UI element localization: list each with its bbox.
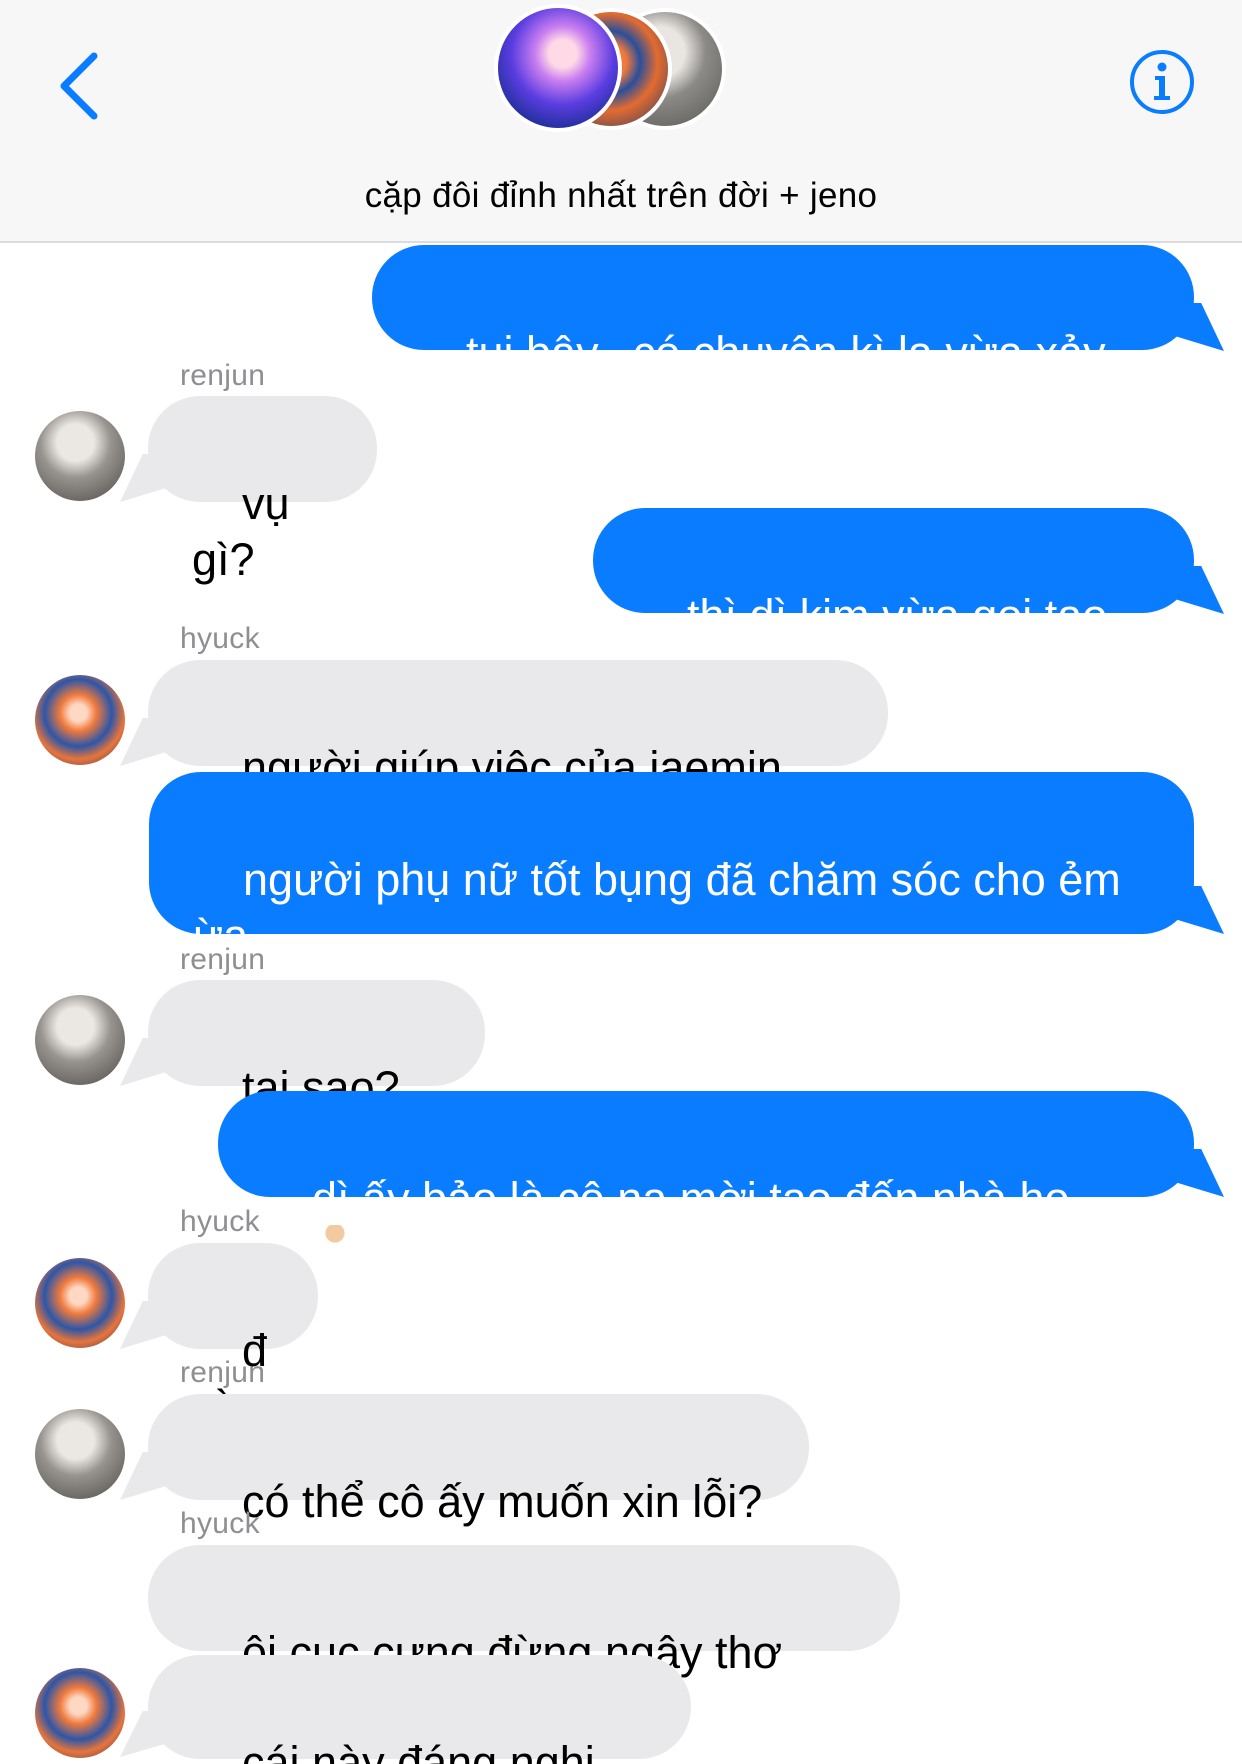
avatar-hyuck[interactable]	[35, 675, 125, 765]
group-avatars[interactable]	[494, 4, 734, 134]
bubble-tail	[1164, 886, 1224, 934]
avatar-hyuck[interactable]	[35, 1258, 125, 1348]
bubble-tail	[120, 1301, 180, 1349]
avatar-renjun[interactable]	[35, 411, 125, 501]
person-standing-icon	[322, 1225, 349, 1284]
message-bubble-incoming[interactable]: có thể cô ấy muốn xin lỗi?	[148, 1394, 809, 1527]
sender-name: hyuck	[180, 1507, 260, 1540]
message-bubble-incoming[interactable]: tại sao?	[148, 980, 485, 1171]
group-title[interactable]: cặp đôi đỉnh nhất trên đời + jeno	[0, 176, 1242, 216]
bubble-tail	[120, 1452, 180, 1500]
sender-name: hyuck	[180, 622, 260, 655]
message-bubble-outgoing[interactable]: tụi bây...có chuyện kì lạ vừa xảy ra	[372, 245, 1194, 434]
bubble-tail	[1164, 303, 1224, 351]
avatar-renjun[interactable]	[35, 1409, 125, 1499]
imessage-group-chat: cặp đôi đỉnh nhất trên đời + jeno tụi bâ…	[0, 0, 1242, 1764]
message-bubble-incoming[interactable]: cái này đáng nghi vcl	[148, 1655, 691, 1764]
message-bubble-outgoing[interactable]: dì ấy bảo là cô na mời tao đến nhà họ	[218, 1091, 1194, 1284]
sender-name: renjun	[180, 943, 266, 976]
message-text: người phụ nữ tốt bụng đã chăm sóc cho ẻm…	[193, 854, 1134, 961]
avatar-hyuck[interactable]	[35, 1668, 125, 1758]
bubble-tail	[120, 454, 180, 502]
conversation-header: cặp đôi đỉnh nhất trên đời + jeno	[0, 0, 1242, 243]
message-bubble-incoming[interactable]: đ gì	[148, 1243, 318, 1432]
message-text: vụ gì?	[192, 478, 303, 585]
sender-name: hyuck	[180, 1205, 260, 1238]
message-bubble-incoming[interactable]: người giúp việc của jaemin á?	[148, 660, 888, 849]
message-text: tụi bây...có chuyện kì lạ vừa xảy ra	[416, 327, 1119, 434]
bubble-tail	[120, 718, 180, 766]
message-bubble-outgoing[interactable]: người phụ nữ tốt bụng đã chăm sóc cho ẻm…	[149, 772, 1194, 961]
bubble-tail	[120, 1038, 180, 1086]
sender-name: renjun	[180, 359, 266, 392]
bubble-tail	[1164, 1149, 1224, 1197]
chevron-left-icon[interactable]	[54, 48, 114, 124]
sender-name: renjun	[180, 1356, 266, 1389]
avatar-renjun[interactable]	[35, 995, 125, 1085]
message-bubble-outgoing[interactable]: thì dì kim vừa gọi tao ha	[593, 508, 1194, 697]
message-text: có thể cô ấy muốn xin lỗi?	[242, 1476, 763, 1527]
avatar	[494, 4, 622, 132]
message-bubble-incoming[interactable]: vụ gì?	[148, 396, 377, 585]
message-text: dì ấy bảo là cô na mời tao đến nhà họ	[312, 1173, 1070, 1224]
message-bubble-incoming[interactable]: ôi cục cưng đừng ngây thơ thế	[148, 1545, 900, 1734]
bubble-tail	[1164, 566, 1224, 614]
info-circle-icon[interactable]	[1128, 48, 1196, 116]
message-text: cái này đáng nghi vcl	[242, 1737, 595, 1764]
